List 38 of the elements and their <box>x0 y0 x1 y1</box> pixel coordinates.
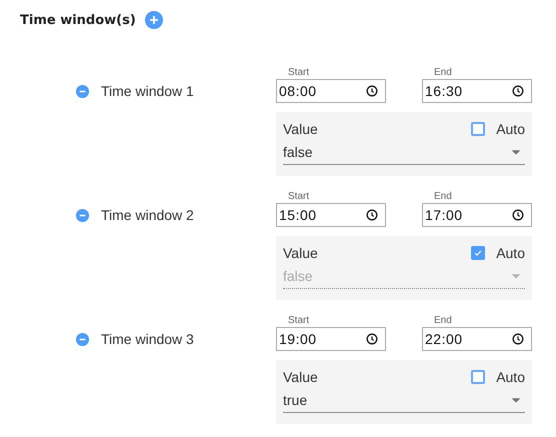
auto-checkbox[interactable] <box>471 246 486 260</box>
start-label: Start <box>287 66 310 79</box>
window-label: Time window 3 <box>101 331 194 347</box>
remove-icon[interactable] <box>75 208 90 222</box>
auto-label: Auto <box>496 245 525 261</box>
start-label: Start <box>287 190 310 203</box>
add-icon[interactable] <box>144 11 163 29</box>
time-field[interactable]: 08:00 <box>276 79 386 103</box>
clock-icon[interactable] <box>365 208 379 222</box>
end-label: End <box>433 190 453 203</box>
time-field[interactable]: 17:00 <box>422 203 532 227</box>
remove-icon[interactable] <box>75 84 90 98</box>
auto-checkbox[interactable] <box>471 122 486 136</box>
start-label: Start <box>287 314 310 327</box>
clock-icon[interactable] <box>365 84 379 98</box>
end-label: End <box>433 66 453 79</box>
clock-icon[interactable] <box>511 84 525 98</box>
value-label: Value <box>283 121 318 137</box>
time-field[interactable]: 22:00 <box>422 327 532 351</box>
auto-label: Auto <box>496 369 525 385</box>
time-field[interactable]: 15:00 <box>276 203 386 227</box>
value-select[interactable]: false <box>283 140 525 165</box>
value-label: Value <box>283 369 318 385</box>
check-icon <box>473 248 484 258</box>
time-field[interactable]: 16:30 <box>422 79 532 103</box>
clock-icon[interactable] <box>511 332 525 346</box>
end-label: End <box>433 314 453 327</box>
clock-icon[interactable] <box>511 208 525 222</box>
auto-checkbox[interactable] <box>471 370 486 384</box>
time-field[interactable]: 19:00 <box>276 327 386 351</box>
window-label: Time window 2 <box>101 207 194 223</box>
window-label: Time window 1 <box>101 83 194 99</box>
section-title: Time window(s) <box>20 12 136 28</box>
auto-label: Auto <box>496 121 525 137</box>
remove-icon[interactable] <box>75 332 90 346</box>
value-select[interactable]: true <box>283 388 525 413</box>
clock-icon[interactable] <box>365 332 379 346</box>
value-label: Value <box>283 245 318 261</box>
